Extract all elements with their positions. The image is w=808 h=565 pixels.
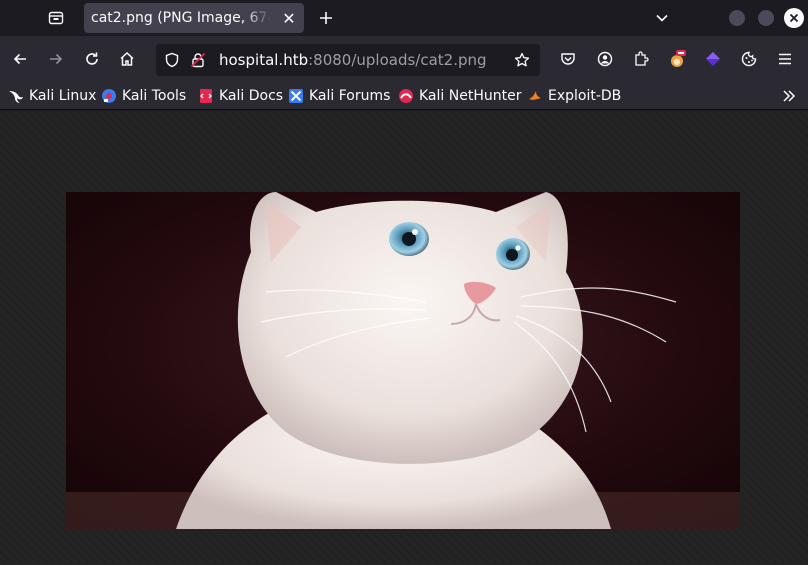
firefox-view-icon (48, 11, 64, 25)
tab-strip: cat2.png (PNG Image, 674 × 337 pixels) ✕ (0, 0, 808, 36)
navigation-toolbar: hospital.htb:8080/uploads/cat2.png (0, 36, 808, 82)
displayed-image[interactable] (66, 192, 740, 529)
window-close-button[interactable] (784, 8, 804, 28)
app-menu-button[interactable] (773, 47, 797, 71)
bookmark-kali-tools[interactable]: Kali Tools (101, 86, 186, 106)
close-icon (789, 13, 799, 23)
kali-nethunter-icon (398, 88, 414, 104)
close-icon: ✕ (282, 8, 296, 28)
bookmark-kali-linux[interactable]: Kali Linux (8, 86, 96, 106)
site-info-button[interactable] (188, 50, 208, 70)
kali-forums-icon (288, 88, 304, 104)
kitten-photo (66, 192, 740, 529)
insecure-lock-icon (190, 52, 206, 68)
tab-active[interactable]: cat2.png (PNG Image, 674 × 337 pixels) ✕ (84, 3, 304, 33)
tracking-protection-button[interactable] (162, 50, 182, 70)
bookmark-label: Kali NetHunter (419, 88, 522, 104)
cookie-editor-extension-button[interactable] (737, 47, 761, 71)
account-icon (597, 51, 613, 67)
bookmark-kali-forums[interactable]: Kali Forums (288, 86, 390, 106)
reload-button[interactable] (80, 47, 104, 71)
bookmark-label: Kali Linux (29, 88, 97, 104)
purple-diamond-icon (706, 52, 720, 66)
kali-tools-icon (101, 88, 117, 104)
extensions-button[interactable] (629, 47, 653, 71)
kali-dragon-icon (8, 88, 24, 104)
bookmark-label: Kali Tools (122, 88, 187, 104)
maximize-button[interactable] (758, 10, 774, 26)
star-icon (514, 52, 530, 67)
bookmark-label: Kali Forums (309, 88, 391, 104)
tab-title: cat2.png (PNG Image, 674 × 337 pixels) (91, 10, 271, 26)
pocket-button[interactable] (556, 47, 580, 71)
double-chevron-right-icon (783, 90, 796, 102)
bookmark-label: Exploit-DB (548, 88, 622, 104)
bookmark-star-button[interactable] (512, 50, 532, 70)
wappalyzer-extension-button[interactable] (701, 47, 725, 71)
arrow-left-icon (13, 53, 26, 65)
image-viewer-page (0, 111, 808, 565)
arrow-right-icon (50, 53, 63, 65)
shield-icon (165, 52, 179, 68)
pocket-icon (561, 53, 575, 65)
bookmark-kali-docs[interactable]: Kali Docs (198, 86, 283, 106)
url-text[interactable]: hospital.htb:8080/uploads/cat2.png (219, 51, 487, 69)
url-path: :8080/uploads/cat2.png (308, 51, 487, 69)
fox-extension-icon (671, 50, 686, 67)
new-tab-button[interactable] (314, 6, 338, 30)
foxyproxy-extension-button[interactable] (665, 47, 689, 71)
chevron-down-icon (656, 14, 668, 22)
bookmarks-overflow-button[interactable] (778, 86, 800, 106)
cookie-icon (741, 51, 757, 67)
home-icon (120, 51, 134, 66)
bookmark-exploit-db[interactable]: Exploit-DB (527, 86, 621, 106)
reload-icon (86, 52, 98, 65)
exploit-db-icon (527, 88, 543, 104)
bookmark-label: Kali Docs (219, 88, 284, 104)
home-button[interactable] (115, 47, 139, 71)
tab-close-button[interactable]: ✕ (279, 8, 299, 28)
plus-icon (320, 12, 332, 24)
puzzle-icon (635, 51, 649, 66)
back-button[interactable] (8, 47, 32, 71)
hamburger-menu-icon (779, 53, 791, 65)
bookmark-kali-nethunter[interactable]: Kali NetHunter (398, 86, 521, 106)
forward-button[interactable] (44, 47, 68, 71)
minimize-button[interactable] (729, 10, 745, 26)
list-all-tabs-button[interactable] (650, 6, 674, 30)
firefox-view-button[interactable] (44, 6, 68, 30)
url-host: hospital.htb (219, 51, 309, 69)
kali-docs-icon (198, 88, 214, 104)
account-button[interactable] (593, 47, 617, 71)
bookmarks-toolbar: Kali Linux Kali Tools Kali Docs Kali For… (0, 82, 808, 110)
url-bar[interactable]: hospital.htb:8080/uploads/cat2.png (156, 44, 540, 76)
